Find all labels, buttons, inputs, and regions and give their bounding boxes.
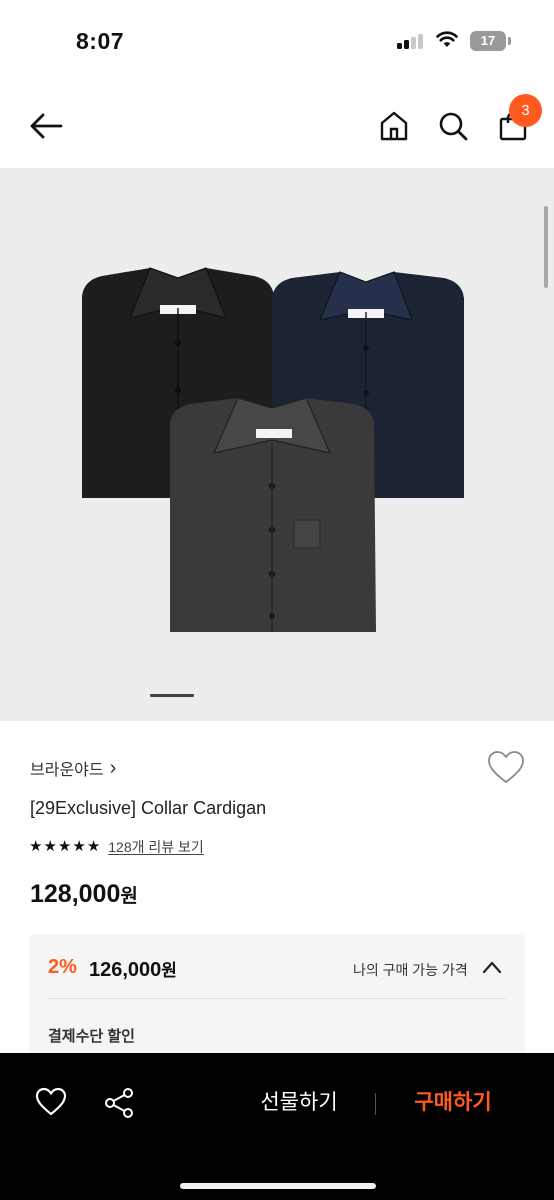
brand-name: 브라운야드	[30, 762, 104, 779]
star-icon: ★	[86, 838, 101, 855]
battery-cap	[508, 37, 511, 45]
carousel-indicator	[150, 694, 194, 697]
discount-price: 126,000원	[89, 956, 177, 982]
discount-price-unit: 원	[161, 961, 177, 980]
wifi-icon	[436, 31, 458, 47]
rating-stars: ★ ★ ★ ★ ★	[29, 838, 100, 856]
star-icon: ★	[57, 838, 72, 855]
star-icon: ★	[43, 838, 57, 855]
scroll-indicator	[544, 206, 548, 288]
product-title: [29Exclusive] Collar Cardigan	[30, 798, 267, 818]
cart-badge: 3	[509, 94, 542, 127]
cardigans-photo	[82, 267, 464, 632]
back-arrow-icon[interactable]	[26, 106, 66, 146]
gift-button[interactable]: 선물하기	[240, 1083, 358, 1123]
star-icon: ★	[29, 838, 43, 855]
charcoal-cardigan	[170, 397, 376, 632]
product-image[interactable]	[0, 168, 554, 721]
status-time: 8:07	[76, 28, 125, 54]
brand-link[interactable]: 브라운야드 ›	[30, 756, 116, 780]
chevron-up-icon[interactable]	[481, 958, 503, 976]
heart-icon[interactable]	[486, 748, 526, 786]
price-value: 128,000	[30, 880, 121, 908]
home-icon[interactable]	[374, 106, 414, 146]
product-price: 128,000원	[30, 880, 138, 909]
payment-discount-label: 결제수단 할인	[48, 1028, 135, 1045]
review-link[interactable]: 128개 리뷰 보기	[108, 837, 204, 857]
star-icon: ★	[72, 838, 86, 855]
search-icon[interactable]	[433, 106, 473, 146]
battery-level: 17	[470, 31, 506, 51]
bottom-action-bar: 선물하기 구매하기	[0, 1053, 554, 1200]
chevron-right-icon: ›	[109, 757, 117, 779]
app-header	[0, 86, 554, 166]
divider	[48, 998, 506, 999]
divider	[375, 1093, 376, 1115]
discount-percent: 2%	[48, 956, 77, 978]
status-bar: 8:07 17	[0, 0, 554, 80]
rating-row: ★ ★ ★ ★ ★ 128개 리뷰 보기	[29, 837, 204, 857]
buy-button[interactable]: 구매하기	[394, 1083, 512, 1123]
share-icon[interactable]	[102, 1086, 136, 1120]
discount-price-value: 126,000	[89, 959, 162, 981]
heart-icon[interactable]	[34, 1086, 68, 1118]
price-unit: 원	[120, 886, 138, 907]
my-price-toggle[interactable]: 나의 구매 가능 가격	[353, 960, 468, 980]
home-indicator[interactable]	[180, 1183, 376, 1189]
cellular-signal-icon	[397, 33, 425, 49]
